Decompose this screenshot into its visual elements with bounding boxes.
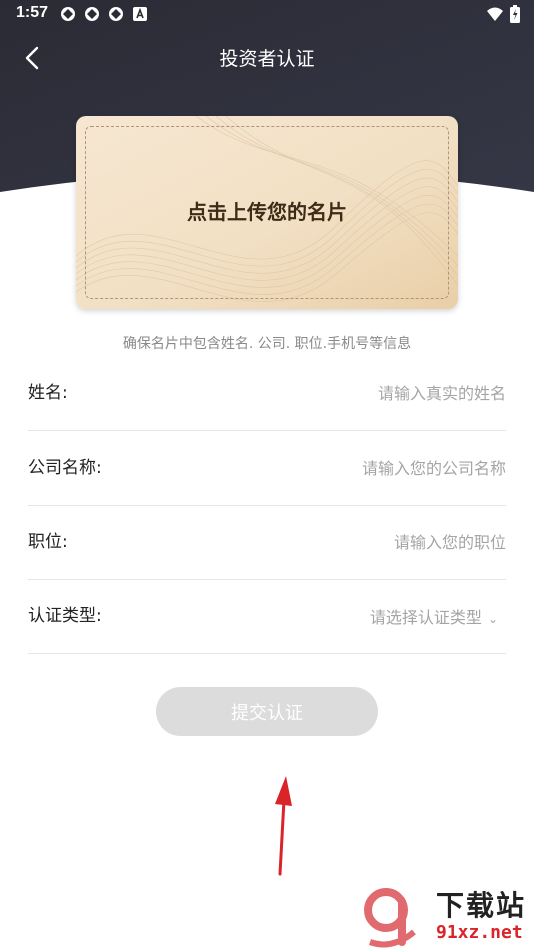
name-input[interactable] [266,378,506,408]
company-row: 公司名称: [28,431,506,506]
page-title: 投资者认证 [219,48,315,70]
position-row: 职位: [28,505,506,580]
app-notification-icon [109,7,123,21]
name-row: 姓名: [28,356,506,431]
watermark-site: 91xz.net [436,922,523,943]
app-notification-icon [61,7,75,21]
name-label: 姓名: [28,383,68,403]
battery-icon [510,5,520,23]
status-bar: 1:57 [0,0,534,28]
upload-hint: 确保名片中包含姓名. 公司. 职位.手机号等信息 [122,336,412,352]
arrow-up-annotation-icon [275,776,292,876]
position-input[interactable] [266,527,506,557]
submit-button[interactable]: 提交认证 [156,687,378,736]
app-notification-icon [85,7,99,21]
business-card-upload[interactable]: 点击上传您的名片 [76,116,458,309]
company-label: 公司名称: [28,458,102,478]
company-input[interactable] [266,453,506,483]
watermark: 下载站 91xz.net [362,880,534,950]
cert-type-label: 认证类型: [28,606,102,626]
status-time: 1:57 [16,4,49,21]
upload-card-label: 点击上传您的名片 [187,200,347,224]
cert-type-row: 认证类型: 请选择认证类型 ⌄ [28,579,506,654]
wifi-icon [487,7,503,21]
chevron-down-icon: ⌄ [487,611,498,626]
cert-type-select[interactable]: 请选择认证类型 ⌄ [370,579,498,658]
watermark-brand: 下载站 [436,889,527,922]
app-a-icon [133,7,147,21]
position-label: 职位: [28,532,68,552]
watermark-logo-icon [364,888,416,948]
cert-type-placeholder: 请选择认证类型 [369,608,482,627]
